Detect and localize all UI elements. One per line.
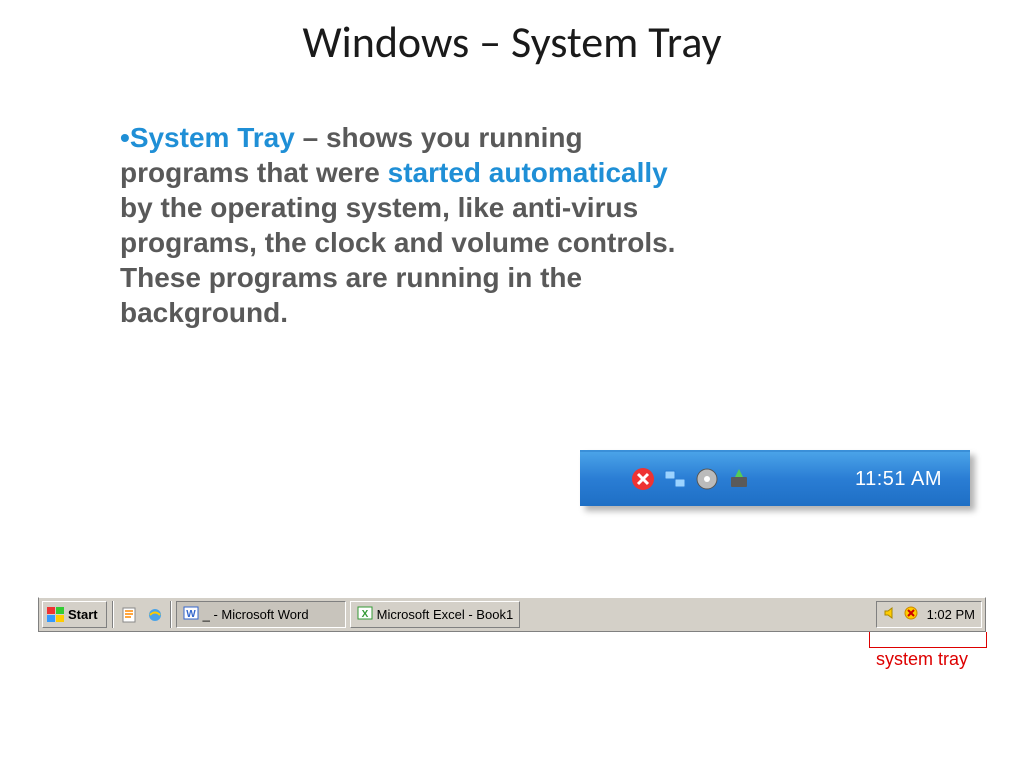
term-highlight: System Tray: [130, 122, 295, 153]
classic-system-tray: 1:02 PM: [876, 601, 982, 628]
windows-logo-icon: [47, 607, 65, 623]
task-button-excel[interactable]: X Microsoft Excel - Book1: [350, 601, 521, 628]
excel-icon: X: [357, 605, 373, 624]
start-label: Start: [68, 607, 98, 622]
task-label: _ - Microsoft Word: [203, 607, 309, 622]
disc-icon[interactable]: [694, 466, 720, 492]
annotation-bracket: [869, 632, 987, 648]
taskbar-separator: [170, 601, 172, 628]
auto-highlight: started automatically: [388, 157, 668, 188]
security-alert-icon[interactable]: [630, 466, 656, 492]
volume-icon[interactable]: [883, 605, 899, 624]
slide-title: Windows – System Tray: [232, 0, 792, 66]
start-button[interactable]: Start: [42, 601, 107, 628]
ie-icon[interactable]: [144, 604, 166, 626]
body-part2: by the operating system, like anti-virus…: [120, 192, 675, 328]
slide-body: •System Tray – shows you running program…: [120, 120, 680, 330]
taskbar-separator: [112, 601, 114, 628]
classic-tray-clock[interactable]: 1:02 PM: [927, 607, 975, 622]
task-button-word[interactable]: W _ - Microsoft Word: [176, 601, 346, 628]
network-icon[interactable]: [662, 466, 688, 492]
bullet-marker: •: [120, 122, 130, 153]
xp-system-tray: 11:51 AM: [580, 450, 970, 506]
notepad-icon[interactable]: [118, 604, 140, 626]
device-icon[interactable]: [726, 466, 752, 492]
svg-text:W: W: [186, 609, 196, 620]
word-icon: W: [183, 605, 199, 624]
xp-tray-clock[interactable]: 11:51 AM: [855, 468, 942, 491]
shield-icon[interactable]: [903, 605, 919, 624]
svg-text:X: X: [361, 609, 368, 620]
task-label: Microsoft Excel - Book1: [377, 607, 514, 622]
classic-taskbar: Start W _ - Microsoft Word X Microsoft E…: [38, 597, 986, 632]
xp-tray-icon-group: [630, 466, 752, 492]
annotation-label: system tray: [876, 649, 968, 670]
